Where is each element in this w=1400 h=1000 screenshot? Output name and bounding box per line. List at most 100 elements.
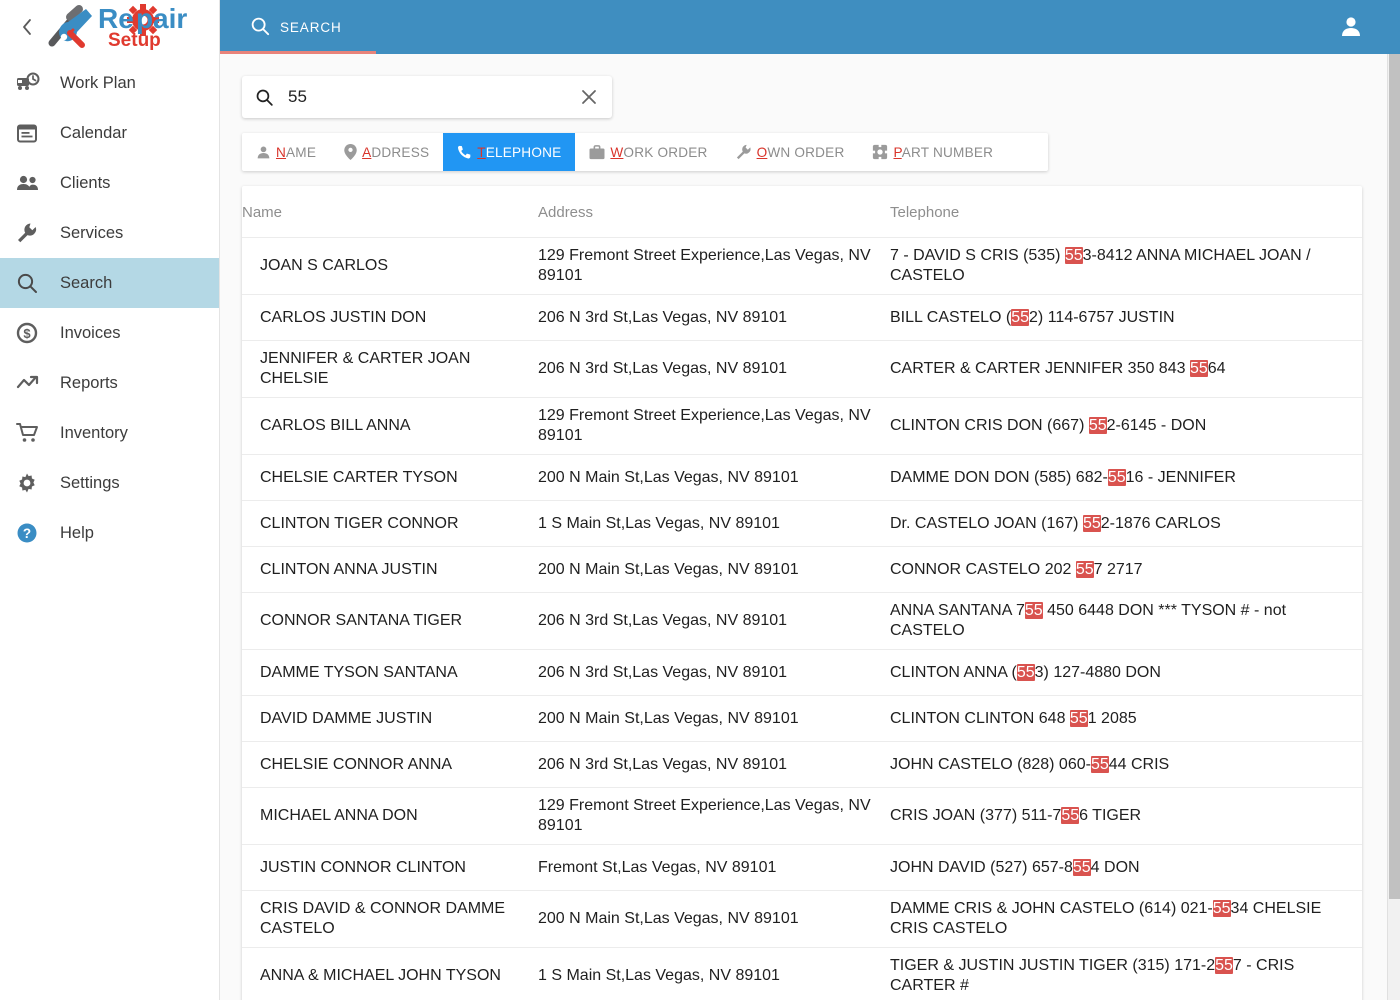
page-scrollbar[interactable]: [1387, 54, 1400, 1000]
table-row[interactable]: CHELSIE CONNOR ANNA 206 N 3rd St,Las Vega…: [242, 742, 1362, 788]
sidebar-item-label: Help: [60, 523, 94, 542]
sidebar-item-clients[interactable]: Clients: [0, 158, 219, 208]
sidebar-item-label: Invoices: [60, 323, 121, 342]
close-icon[interactable]: [580, 88, 598, 106]
topbar: SEARCH: [220, 0, 1400, 54]
cell-address: 206 N 3rd St,Las Vegas, NV 89101: [538, 612, 788, 629]
filter-own-order[interactable]: OWN ORDER: [722, 133, 859, 171]
trend-icon: [16, 374, 50, 392]
filter-name[interactable]: NAME: [242, 133, 330, 171]
table-row[interactable]: MICHAEL ANNA DON 129 Fremont Street Exper…: [242, 788, 1362, 845]
person-icon: [256, 145, 271, 160]
search-bar[interactable]: [242, 76, 612, 118]
sidebar-item-settings[interactable]: Settings: [0, 458, 219, 508]
work-plan-icon: [16, 72, 50, 94]
sidebar-item-inventory[interactable]: Inventory: [0, 408, 219, 458]
sidebar-item-calendar[interactable]: Calendar: [0, 108, 219, 158]
cell-address: 200 N Main St,Las Vegas, NV 89101: [538, 468, 799, 486]
cell-name: DAMME TYSON SANTANA: [260, 663, 458, 681]
sidebar-item-services[interactable]: Services: [0, 208, 219, 258]
search-term-highlight: 55: [1088, 417, 1107, 434]
table-row[interactable]: CLINTON ANNA JUSTIN 200 N Main St,Las Veg…: [242, 547, 1362, 593]
sidebar-item-label: Calendar: [60, 123, 127, 142]
search-term-highlight: 55: [1072, 858, 1091, 876]
sidebar-nav: Work Plan Calendar Clients Services Sear…: [0, 58, 219, 558]
sidebar-item-help[interactable]: ? Help: [0, 508, 219, 558]
table-row[interactable]: JENNIFER & CARTER JOAN CHELSIE 206 N 3rd …: [242, 341, 1362, 398]
search-icon: [16, 272, 50, 294]
chevron-left-icon[interactable]: [14, 14, 40, 40]
sidebar-item-label: Search: [60, 273, 113, 292]
cell-address: 1 S Main St,Las Vegas, NV 89101: [538, 967, 780, 984]
app-logo[interactable]: Re p air Setup: [46, 3, 216, 51]
sidebar-item-invoices[interactable]: $ Invoices: [0, 308, 219, 358]
cell-telephone: TIGER & JUSTIN JUSTIN TIGER (315) 171-25…: [890, 957, 1295, 994]
table-row[interactable]: JOAN S CARLOS 129 Fremont Street Experien…: [242, 238, 1362, 295]
search-term-highlight: 55: [1189, 360, 1208, 377]
phone-icon: [457, 145, 472, 160]
cell-address: 206 N 3rd St,Las Vegas, NV 89101: [538, 663, 788, 681]
filter-label: ART NUMBER: [901, 144, 994, 160]
cell-address: 129 Fremont Street Experience,Las Vegas,…: [538, 407, 871, 444]
search-term-highlight: 55: [1069, 709, 1088, 727]
sidebar-item-reports[interactable]: Reports: [0, 358, 219, 408]
table-row[interactable]: ANNA & MICHAEL JOHN TYSON 1 S Main St,Las…: [242, 948, 1362, 1000]
table-row[interactable]: JUSTIN CONNOR CLINTON Fremont St,Las Vega…: [242, 845, 1362, 891]
svg-text:$: $: [23, 326, 31, 341]
cell-address: 200 N Main St,Las Vegas, NV 89101: [538, 709, 799, 727]
search-filter-tabs: NAME ADDRESS TELEPHONE WORK ORDER OWN OR…: [242, 133, 1048, 171]
wrench-icon: [736, 144, 752, 160]
cell-name: CRIS DAVID & CONNOR DAMME CASTELO: [260, 900, 506, 937]
table-row[interactable]: CONNOR SANTANA TIGER 206 N 3rd St,Las Veg…: [242, 593, 1362, 650]
filter-label: ORK ORDER: [623, 144, 708, 160]
cell-telephone: CLINTON ANNA (553) 127-4880 DON: [890, 663, 1161, 681]
briefcase-icon: [589, 144, 605, 160]
filter-accelerator: W: [610, 144, 624, 160]
search-input[interactable]: [288, 87, 580, 107]
filter-work-order[interactable]: WORK ORDER: [575, 133, 721, 171]
table-row[interactable]: DAVID DAMME JUSTIN 200 N Main St,Las Vega…: [242, 696, 1362, 742]
filter-address[interactable]: ADDRESS: [330, 133, 443, 171]
sidebar-header: Re p air Setup: [0, 0, 219, 54]
sidebar-item-label: Reports: [60, 373, 118, 392]
table-body: JOAN S CARLOS 129 Fremont Street Experien…: [242, 238, 1362, 1000]
table-row[interactable]: CARLOS BILL ANNA 129 Fremont Street Exper…: [242, 398, 1362, 455]
help-icon: ?: [16, 522, 50, 544]
table-row[interactable]: CLINTON TIGER CONNOR 1 S Main St,Las Vega…: [242, 501, 1362, 547]
sidebar-item-work-plan[interactable]: Work Plan: [0, 58, 219, 108]
tab-search[interactable]: SEARCH: [220, 0, 376, 54]
page-scrollbar-thumb[interactable]: [1389, 54, 1400, 899]
cell-address: 1 S Main St,Las Vegas, NV 89101: [538, 514, 780, 532]
dollar-icon: $: [16, 322, 50, 344]
cell-address: Fremont St,Las Vegas, NV 89101: [538, 858, 777, 876]
search-icon: [250, 16, 270, 39]
user-icon[interactable]: [1338, 14, 1364, 40]
svg-text:?: ?: [23, 526, 31, 541]
filter-telephone[interactable]: TELEPHONE: [443, 133, 576, 171]
search-content: NAME ADDRESS: [220, 54, 1400, 1000]
search-term-highlight: 55: [1107, 468, 1126, 486]
filter-part-number[interactable]: PART NUMBER: [858, 133, 1007, 171]
gear-icon: [16, 472, 50, 494]
sidebar-item-label: Settings: [60, 473, 120, 492]
search-term-highlight: 55: [1082, 514, 1101, 532]
cell-name: CARLOS BILL ANNA: [260, 417, 411, 434]
cell-telephone: CLINTON CLINTON 648 551 2085: [890, 709, 1137, 727]
table-row[interactable]: DAMME TYSON SANTANA 206 N 3rd St,Las Vega…: [242, 650, 1362, 696]
filter-label: ELEPHONE: [485, 144, 562, 160]
cell-telephone: BILL CASTELO (552) 114-6757 JUSTIN: [890, 308, 1175, 326]
sidebar-item-search[interactable]: Search: [0, 258, 219, 308]
cell-name: JUSTIN CONNOR CLINTON: [260, 858, 466, 876]
search-term-highlight: 55: [1215, 957, 1233, 974]
table-row[interactable]: CHELSIE CARTER TYSON 200 N Main St,Las Ve…: [242, 455, 1362, 501]
table-row[interactable]: CRIS DAVID & CONNOR DAMME CASTELO 200 N M…: [242, 891, 1362, 948]
app-root: Re p air Setup Work Plan Calendar Client…: [0, 0, 1400, 1000]
filter-accelerator: T: [477, 144, 486, 160]
wrench-icon: [16, 222, 50, 244]
table-row[interactable]: CARLOS JUSTIN DON 206 N 3rd St,Las Vegas,…: [242, 295, 1362, 341]
column-header-address: Address: [538, 204, 594, 221]
cell-address: 206 N 3rd St,Las Vegas, NV 89101: [538, 755, 788, 773]
cell-address: 200 N Main St,Las Vegas, NV 89101: [538, 910, 799, 927]
sidebar-item-label: Work Plan: [60, 73, 136, 92]
search-term-highlight: 55: [1064, 247, 1083, 264]
